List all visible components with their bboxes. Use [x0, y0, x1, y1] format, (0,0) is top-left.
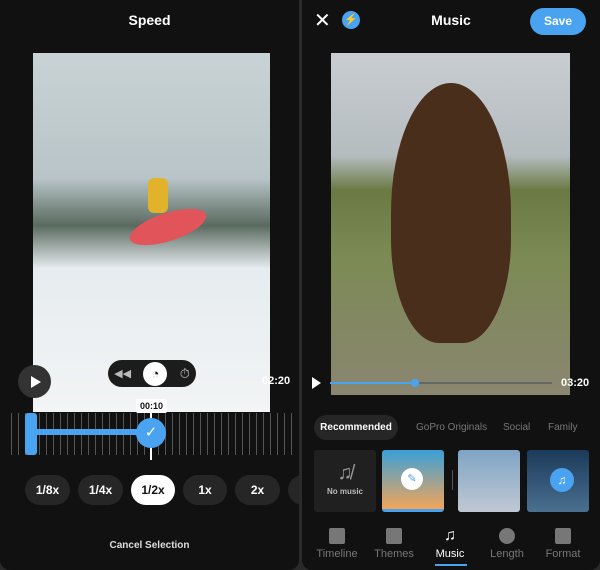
speed-screen: Speed ◀◀ ◔ ⏱ 02:20 00:10 ✓ 1/8x 1/4x 1/2… [0, 0, 299, 570]
tab-family[interactable]: Family [548, 422, 577, 433]
cancel-selection-button[interactable]: Cancel Selection [0, 540, 299, 551]
nav-label: Timeline [316, 548, 358, 560]
music-track-selected[interactable]: ✎ [382, 450, 444, 512]
nav-label: Music [435, 548, 465, 560]
tab-recommended[interactable]: Recommended [314, 415, 398, 440]
progress-fill [330, 382, 415, 384]
music-track[interactable]: ♫ [527, 450, 589, 512]
speed-1x[interactable]: 1x [183, 475, 227, 505]
snowboarder [125, 201, 211, 253]
play-icon[interactable] [312, 377, 321, 389]
save-button[interactable]: Save [530, 8, 586, 35]
nav-label: Length [490, 548, 524, 560]
speedometer-icon[interactable]: ◔ [143, 361, 168, 386]
edit-icon[interactable]: ✎ [401, 468, 423, 490]
timeline-icon [329, 528, 345, 544]
rewind-icon[interactable]: ◀◀ [114, 367, 131, 380]
nav-music[interactable]: ♫ Music [422, 527, 478, 561]
nav-label: Format [545, 548, 581, 560]
selection-bar [37, 429, 150, 435]
progress-knob[interactable] [411, 379, 419, 387]
no-music-option[interactable]: ♫̸ No music [314, 450, 376, 512]
nav-label: Themes [374, 548, 414, 560]
speed-1-2x[interactable]: 1/2x [131, 475, 175, 505]
page-title: Speed [128, 12, 171, 28]
marker-time: 00:10 [136, 399, 167, 413]
nav-themes[interactable]: Themes [366, 528, 422, 560]
play-icon [31, 375, 41, 388]
duration-label: 03:20 [561, 377, 590, 389]
music-screen: ✕ ⚡ Music Save 03:20 Recommended GoPro O… [302, 0, 600, 570]
tab-social[interactable]: Social [503, 422, 530, 433]
themes-icon [386, 528, 402, 544]
music-library-icon[interactable]: ♫ [550, 468, 574, 492]
video-preview [331, 53, 570, 395]
nav-timeline[interactable]: Timeline [309, 528, 365, 560]
music-off-icon: ♫̸ [337, 462, 353, 484]
confirm-button[interactable]: ✓ [136, 418, 166, 448]
trim-handle[interactable] [25, 413, 37, 455]
nav-format[interactable]: Format [535, 528, 591, 560]
music-track[interactable] [458, 450, 520, 512]
horse [391, 83, 511, 343]
play-button[interactable] [18, 365, 51, 398]
speed-1-8x[interactable]: 1/8x [25, 475, 70, 505]
tab-gopro-originals[interactable]: GoPro Originals [416, 422, 487, 433]
speed-1-4x[interactable]: 1/4x [78, 475, 123, 505]
music-icon: ♫ [444, 527, 456, 544]
nav-length[interactable]: Length [479, 528, 535, 560]
stopwatch-icon [499, 528, 515, 544]
check-icon: ✓ [144, 424, 158, 441]
duration-label: 02:20 [262, 375, 291, 387]
active-nav-indicator [435, 564, 467, 566]
timer-icon[interactable]: ⏱ [180, 366, 190, 382]
format-icon [555, 528, 571, 544]
speed-more[interactable] [288, 475, 299, 505]
video-preview [33, 53, 270, 412]
speed-2x[interactable]: 2x [235, 475, 280, 505]
divider [452, 470, 453, 490]
playback-controls: ◀◀ ◔ ⏱ [108, 360, 196, 387]
no-music-label: No music [326, 487, 363, 496]
